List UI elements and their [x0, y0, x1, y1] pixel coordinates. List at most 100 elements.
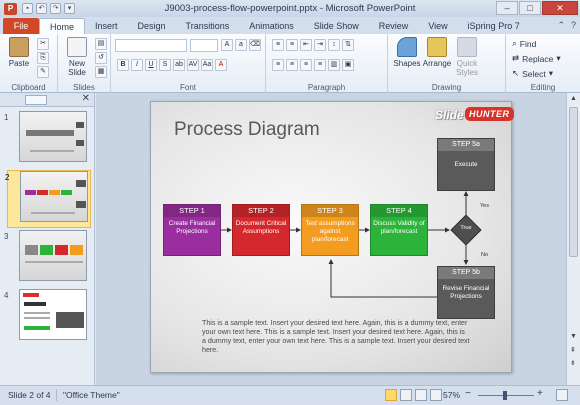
minimize-button[interactable]: – — [496, 1, 518, 15]
zoom-out-icon[interactable]: − — [465, 388, 471, 399]
no-label: No — [481, 252, 489, 258]
reading-view-icon[interactable] — [415, 389, 427, 401]
slide-sorter-icon[interactable] — [400, 389, 412, 401]
justify-icon[interactable]: ≡ — [314, 59, 326, 71]
step-2-box[interactable]: STEP 2 Document Critical Assumptions — [232, 204, 290, 256]
increase-indent-icon[interactable]: ⇥ — [314, 39, 326, 51]
align-right-icon[interactable]: ≡ — [300, 59, 312, 71]
arrange-button[interactable]: Arrange — [422, 37, 452, 68]
fit-slide-icon[interactable] — [556, 389, 568, 401]
replace-button[interactable]: ⇄ Replace ▾ — [512, 53, 561, 64]
customize-qat-icon[interactable]: ▾ — [64, 3, 75, 14]
copy-icon[interactable]: ⎘ — [37, 52, 49, 64]
font-color-icon[interactable]: A — [215, 59, 227, 71]
slideshow-icon[interactable] — [430, 389, 442, 401]
tab-review[interactable]: Review — [369, 18, 419, 34]
step-5b-box[interactable]: STEP 5b Revise Financial Projections — [437, 266, 495, 319]
normal-view-icon[interactable] — [385, 389, 397, 401]
section-icon[interactable]: ▦ — [95, 66, 107, 78]
tab-home[interactable]: Home — [39, 18, 86, 34]
select-button[interactable]: ↖ Select ▾ — [512, 68, 553, 79]
editing-label: Editing — [530, 83, 556, 92]
scrollbar-thumb[interactable] — [569, 107, 578, 257]
columns-icon[interactable]: ▥ — [328, 59, 340, 71]
format-painter-icon[interactable]: ✎ — [37, 66, 49, 78]
font-size-dropdown[interactable] — [190, 39, 218, 52]
shadow-icon[interactable]: S — [159, 59, 171, 71]
bullets-icon[interactable]: ≡ — [272, 39, 284, 51]
font-name-dropdown[interactable] — [115, 39, 187, 52]
quick-styles-button[interactable]: Quick Styles — [452, 37, 482, 77]
grow-font-icon[interactable]: A — [221, 39, 233, 51]
step-5a-box[interactable]: STEP 5a Execute — [437, 138, 495, 191]
tab-slide-show[interactable]: Slide Show — [304, 18, 369, 34]
align-left-icon[interactable]: ≡ — [272, 59, 284, 71]
decrease-indent-icon[interactable]: ⇤ — [300, 39, 312, 51]
slide-thumbnail-3[interactable]: 3 — [4, 230, 91, 288]
new-slide-button[interactable]: New Slide — [62, 37, 92, 77]
case-icon[interactable]: Aa — [201, 59, 213, 71]
clear-format-icon[interactable]: ⌫ — [249, 39, 261, 51]
tab-insert[interactable]: Insert — [85, 18, 128, 34]
tab-animations[interactable]: Animations — [239, 18, 304, 34]
zoom-slider-knob[interactable] — [503, 391, 507, 400]
tab-transitions[interactable]: Transitions — [176, 18, 240, 34]
slide-thumbnail-4[interactable]: 4 — [4, 289, 91, 347]
paste-button[interactable]: Paste — [4, 37, 34, 68]
strikethrough-icon[interactable]: ab — [173, 59, 185, 71]
text-direction-icon[interactable]: ⇅ — [342, 39, 354, 51]
line-spacing-icon[interactable]: ↕ — [328, 39, 340, 51]
zoom-level[interactable]: 57% — [443, 390, 460, 400]
minimize-ribbon-icon[interactable]: ⌃ — [557, 20, 565, 31]
clipboard-group: Paste ✂ ⎘ ✎ Clipboard — [0, 34, 58, 93]
zoom-in-icon[interactable]: + — [537, 388, 543, 399]
undo-icon[interactable]: ↶ — [36, 3, 47, 14]
shapes-button[interactable]: Shapes — [392, 37, 422, 68]
sample-text[interactable]: This is a sample text. Insert your desir… — [202, 319, 470, 355]
find-button[interactable]: ⌕ Find — [512, 38, 536, 49]
tab-design[interactable]: Design — [128, 18, 176, 34]
spacing-icon[interactable]: AV — [187, 59, 199, 71]
shrink-font-icon[interactable]: a — [235, 39, 247, 51]
scroll-down-icon[interactable]: ▼ — [570, 333, 577, 340]
close-panel-icon[interactable]: ✕ — [82, 93, 90, 104]
bold-icon[interactable]: B — [117, 59, 129, 71]
reset-icon[interactable]: ↺ — [95, 52, 107, 64]
tab-view[interactable]: View — [418, 18, 457, 34]
font-label: Font — [179, 83, 196, 92]
underline-icon[interactable]: U — [145, 59, 157, 71]
italic-icon[interactable]: I — [131, 59, 143, 71]
scroll-up-icon[interactable]: ▲ — [570, 95, 577, 102]
next-slide-icon[interactable]: ⇟ — [570, 359, 576, 367]
slide-counter: Slide 2 of 4 — [8, 390, 51, 400]
layout-icon[interactable]: ▤ — [95, 38, 107, 50]
vertical-scrollbar[interactable]: ▲ ▼ ⇞ ⇟ — [566, 93, 580, 385]
smartart-icon[interactable]: ▣ — [342, 59, 354, 71]
slides-tab[interactable] — [25, 95, 47, 105]
tab-file[interactable]: File — [3, 18, 39, 34]
thumbnail-preview — [19, 289, 87, 340]
save-icon[interactable]: ▪ — [22, 3, 33, 14]
step-3-box[interactable]: STEP 3 Test assumptions against plan/for… — [301, 204, 359, 256]
slide-thumbnail-2[interactable]: 2 — [5, 170, 91, 228]
ribbon: Paste ✂ ⎘ ✎ Clipboard New Slide ▤ ↺ ▦ Sl… — [0, 34, 580, 93]
status-bar: Slide 2 of 4 "Office Theme" 57% − + — [0, 385, 580, 405]
redo-icon[interactable]: ↷ — [50, 3, 61, 14]
powerpoint-icon[interactable]: P — [4, 2, 17, 15]
current-slide[interactable]: Process Diagram Slide HUNTER STEP 1 Crea… — [150, 101, 514, 373]
align-center-icon[interactable]: ≡ — [286, 59, 298, 71]
step-1-box[interactable]: STEP 1 Create Financial Projections — [163, 204, 221, 256]
maximize-button[interactable]: □ — [519, 1, 541, 15]
slides-small-buttons: ▤ ↺ ▦ — [95, 38, 107, 78]
numbering-icon[interactable]: ≡ — [286, 39, 298, 51]
help-icon[interactable]: ? — [571, 20, 576, 31]
paste-icon — [9, 37, 29, 57]
cut-icon[interactable]: ✂ — [37, 38, 49, 50]
tab-ispring[interactable]: iSpring Pro 7 — [458, 18, 530, 34]
previous-slide-icon[interactable]: ⇞ — [570, 346, 576, 354]
slide-thumbnail-1[interactable]: 1 — [4, 111, 91, 169]
decision-label: True — [460, 225, 472, 231]
yes-label: Yes — [480, 203, 489, 209]
close-button[interactable]: ✕ — [542, 1, 578, 15]
step-4-box[interactable]: STEP 4 Discuss Validity of plan/forecast — [370, 204, 428, 256]
